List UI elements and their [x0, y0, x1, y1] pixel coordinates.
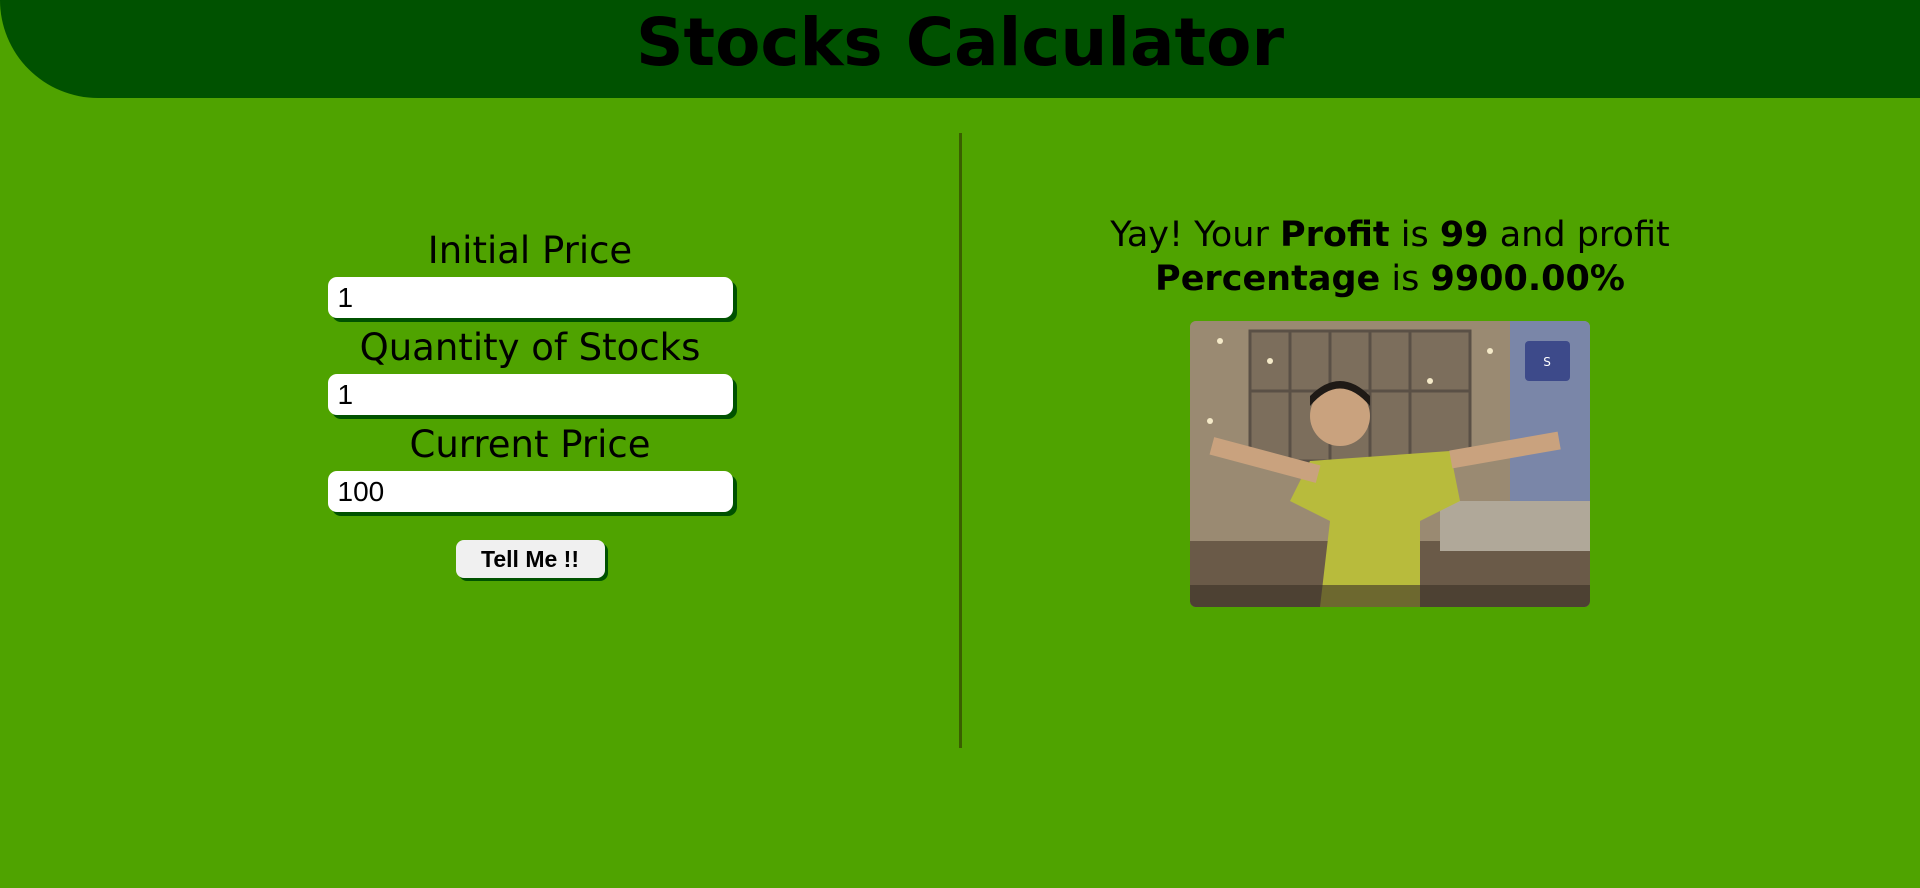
result-is-2: is — [1380, 259, 1431, 299]
current-price-label: Current Price — [409, 423, 651, 466]
quantity-input[interactable] — [327, 374, 733, 415]
celebration-gif: S — [1190, 321, 1590, 607]
quantity-group: Quantity of Stocks — [320, 322, 740, 415]
initial-price-label: Initial Price — [427, 229, 633, 272]
percentage-value: 9900.00% — [1430, 259, 1625, 299]
current-price-group: Current Price — [320, 419, 740, 512]
profit-word: Profit — [1280, 215, 1390, 255]
percentage-word: Percentage — [1155, 259, 1381, 299]
result-prefix: Yay! Your — [1110, 215, 1281, 255]
result-middle: and profit — [1488, 215, 1670, 255]
result-panel: Yay! Your Profit is 99 and profit Percen… — [1060, 213, 1720, 607]
celebration-gif-illustration: S — [1190, 321, 1590, 607]
result-message: Yay! Your Profit is 99 and profit Percen… — [1060, 213, 1720, 301]
profit-value: 99 — [1439, 215, 1489, 255]
initial-price-input[interactable] — [327, 277, 733, 318]
tell-me-button[interactable]: Tell Me !! — [455, 540, 605, 578]
current-price-input[interactable] — [327, 471, 733, 512]
page-header: Stocks Calculator — [0, 0, 1920, 98]
svg-text:S: S — [1543, 355, 1551, 369]
quantity-label: Quantity of Stocks — [359, 326, 701, 369]
calculator-form: Initial Price Quantity of Stocks Current… — [320, 225, 740, 578]
page-title: Stocks Calculator — [635, 4, 1284, 81]
vertical-divider — [959, 133, 962, 748]
result-is-1: is — [1389, 215, 1440, 255]
initial-price-group: Initial Price — [320, 225, 740, 318]
